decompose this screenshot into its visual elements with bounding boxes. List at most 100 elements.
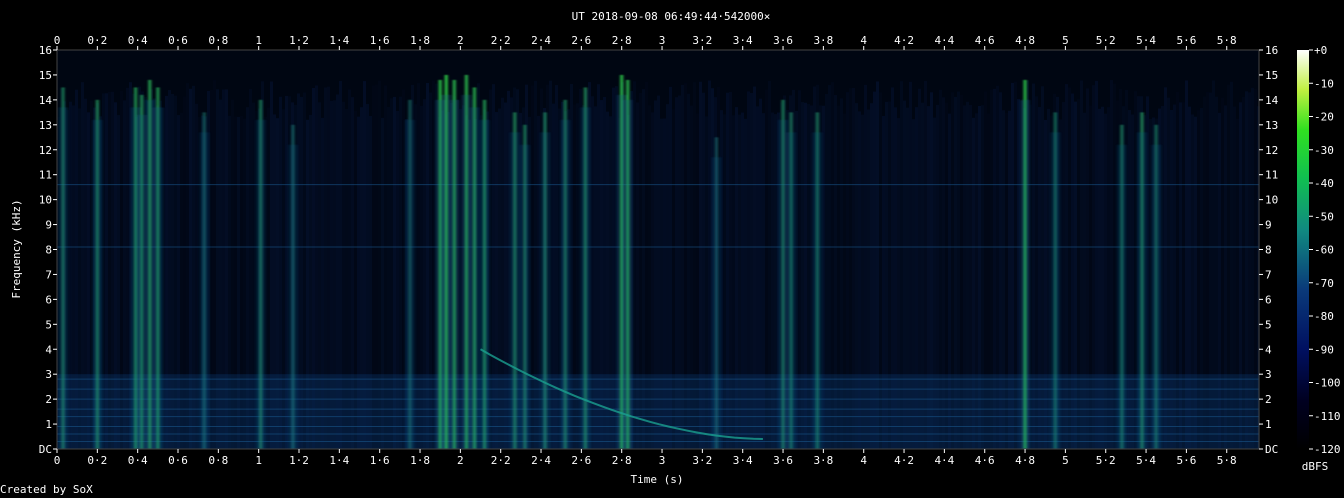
x-tick-label-bottom: 0·6 (168, 454, 188, 467)
colorbar-tick-label: -70 (1314, 277, 1334, 290)
x-tick-label-bottom: 5·6 (1176, 454, 1196, 467)
y-tick-label-right: 14 (1265, 94, 1279, 107)
event-halo (255, 119, 266, 449)
event-halo (509, 132, 520, 449)
event-halo (1116, 144, 1127, 449)
y-tick-label-right: 6 (1265, 293, 1272, 306)
event-halo (1020, 99, 1031, 450)
colorbar-tick-label: -20 (1314, 111, 1334, 124)
y-tick-label-left: 13 (39, 119, 52, 132)
x-tick-label-bottom: 4·8 (1015, 454, 1035, 467)
x-tick-label-bottom: 4·4 (934, 454, 954, 467)
x-tick-label-top: 5·4 (1136, 34, 1156, 47)
x-tick-label-top: 0·2 (87, 34, 107, 47)
y-tick-label-left: 6 (45, 293, 52, 306)
x-tick-label-bottom: 0·8 (208, 454, 228, 467)
y-tick-label-left: 14 (39, 94, 53, 107)
event-halo (1137, 132, 1148, 449)
x-tick-label-top: 1·8 (410, 34, 430, 47)
x-tick-label-bottom: 2·2 (491, 454, 511, 467)
event-halo (519, 144, 530, 449)
y-tick-label-left: 7 (45, 268, 52, 281)
y-tick-label-left: 5 (45, 318, 52, 331)
event-halo (58, 107, 69, 449)
y-tick-label-right: 8 (1265, 244, 1272, 257)
x-tick-label-top: 5·6 (1176, 34, 1196, 47)
event-halo (479, 119, 490, 449)
y-tick-label-right: 16 (1265, 44, 1278, 57)
event-halo (786, 132, 797, 449)
x-tick-label-top: 4·8 (1015, 34, 1035, 47)
event-halo (199, 132, 210, 449)
x-tick-label-bottom: 0 (54, 454, 61, 467)
x-tick-label-bottom: 0·2 (87, 454, 107, 467)
x-tick-label-top: 3·4 (733, 34, 753, 47)
y-tick-label-left: 11 (39, 169, 52, 182)
x-tick-label-bottom: 2 (457, 454, 464, 467)
colorbar-tick-label: -40 (1314, 177, 1334, 190)
y-tick-label-left: 16 (39, 44, 52, 57)
colorbar-label: dBFS (1302, 460, 1329, 473)
y-tick-label-left: 9 (45, 219, 52, 232)
x-tick-label-top: 4·2 (894, 34, 914, 47)
y-tick-label-left: 1 (45, 418, 52, 431)
y-axis-right: DC12345678910111213141516 (1259, 44, 1279, 456)
y-tick-label-right: 5 (1265, 318, 1272, 331)
y-tick-label-left: 4 (45, 343, 52, 356)
event-halo (1050, 132, 1061, 449)
colorbar: +0 -10 -20 -30 -40 -50 -60 -70 -80 -90 -100 -110 -12… (1297, 44, 1341, 473)
event-halo (1151, 144, 1162, 449)
colorbar-tick-label: -120 (1314, 443, 1341, 456)
x-tick-label-top: 0·4 (128, 34, 148, 47)
x-tick-label-top: 2·8 (612, 34, 632, 47)
lowfreq-glow (57, 374, 1259, 449)
colorbar-tick-label: -80 (1314, 310, 1334, 323)
x-tick-label-top: 4·4 (934, 34, 954, 47)
colorbar-gradient (1297, 50, 1309, 449)
event-halo (622, 99, 633, 450)
x-tick-label-bottom: 3·2 (692, 454, 712, 467)
x-tick-label-bottom: 1·2 (289, 454, 309, 467)
x-tick-label-bottom: 3·4 (733, 454, 753, 467)
y-tick-label-right: 15 (1265, 69, 1278, 82)
x-tick-label-bottom: 3 (659, 454, 666, 467)
plot-area (56, 49, 1260, 450)
x-tick-label-bottom: 5 (1062, 454, 1069, 467)
event-halo (540, 132, 551, 449)
x-tick-label-top: 1·2 (289, 34, 309, 47)
y-tick-label-right: 12 (1265, 144, 1278, 157)
x-tick-label-top: 5 (1062, 34, 1069, 47)
event-halo (560, 119, 571, 449)
spectrogram-chart: UT 2018-09-08 06:49:44·542000× 0 0·2 0·4 0·… (10, 10, 1341, 486)
y-tick-label-right: 2 (1265, 393, 1272, 406)
x-axis-label: Time (s) (631, 473, 684, 486)
x-axis-bottom: 0 0·2 0·4 0·6 0·8 1 1·2 1·4 1·6 1·8 2 2·2 2·4 2·6 2·8 3… (54, 449, 1237, 467)
y-axis-left: DC12345678910111213141516 (39, 44, 57, 456)
chart-title: UT 2018-09-08 06:49:44·542000× (572, 10, 771, 23)
x-tick-label-top: 0·6 (168, 34, 188, 47)
x-tick-label-bottom: 1 (255, 454, 262, 467)
y-tick-label-right: 3 (1265, 368, 1272, 381)
noise-floor (57, 80, 1260, 450)
y-tick-label-right: 4 (1265, 343, 1272, 356)
y-tick-label-right: 1 (1265, 418, 1272, 431)
y-tick-label-left: 12 (39, 144, 52, 157)
colorbar-tick-label: +0 (1314, 44, 1327, 57)
y-axis-label: Frequency (kHz) (10, 199, 23, 298)
y-tick-label-right: 7 (1265, 268, 1272, 281)
x-tick-label-top: 5·2 (1096, 34, 1116, 47)
x-tick-label-bottom: 1·8 (410, 454, 430, 467)
x-tick-label-top: 4·6 (975, 34, 995, 47)
colorbar-ticks: +0 -10 -20 -30 -40 -50 -60 -70 -80 -90 -100 -110 -12… (1309, 44, 1341, 456)
x-tick-label-top: 3 (659, 34, 666, 47)
y-tick-label-left: 8 (45, 244, 52, 257)
y-tick-label-right: DC (1265, 443, 1278, 456)
x-tick-label-bottom: 0·4 (128, 454, 148, 467)
x-tick-label-bottom: 3·8 (813, 454, 833, 467)
event-halo (152, 107, 163, 449)
x-tick-label-bottom: 4·6 (975, 454, 995, 467)
colorbar-tick-label: -50 (1314, 210, 1334, 223)
x-tick-label-top: 1·6 (370, 34, 390, 47)
x-tick-label-top: 3·2 (692, 34, 712, 47)
y-tick-label-left: DC (39, 443, 52, 456)
